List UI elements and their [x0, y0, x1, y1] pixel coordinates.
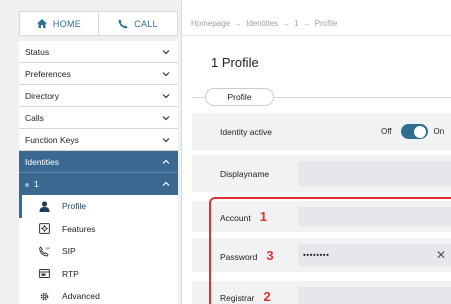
chevron-down-icon	[162, 137, 170, 142]
chevron-down-icon	[162, 115, 170, 120]
registrar-label-text: Registrar	[220, 292, 255, 303]
registrar-row: Registrar 2	[192, 281, 451, 304]
sidebar-subitem-label: Features	[62, 223, 96, 234]
sidebar-subitem-label: SIP	[62, 246, 76, 257]
toggle-off-label: Off	[381, 127, 392, 136]
sidebar-subitem-advanced[interactable]: Advanced	[19, 285, 178, 304]
password-label: Password 3	[192, 248, 282, 263]
chevron-up-icon	[162, 159, 170, 164]
home-icon	[36, 19, 47, 28]
chevron-down-icon	[162, 93, 170, 98]
sidebar-subitem-features[interactable]: Features	[19, 217, 178, 240]
chevron-down-icon	[162, 71, 170, 76]
breadcrumb-item[interactable]: Homepage	[191, 19, 230, 28]
phone-sip-icon: SIP	[39, 245, 51, 257]
toggle-on-label: On	[433, 127, 445, 136]
status-dot-icon	[25, 183, 29, 187]
sidebar-subitem-label: Advanced	[62, 291, 100, 302]
identity-label: 1	[34, 179, 39, 189]
sidebar-item-directory[interactable]: Directory	[19, 85, 178, 107]
password-field[interactable]: •••••••• ✕	[298, 244, 451, 266]
arrow-right-icon: →	[302, 18, 311, 28]
clear-icon[interactable]: ✕	[436, 248, 446, 262]
displayname-label: Displayname	[220, 168, 270, 179]
sidebar-subitem-sip[interactable]: SIP SIP	[19, 240, 178, 263]
divider	[274, 97, 451, 98]
chevron-down-icon	[162, 49, 170, 54]
person-icon	[39, 201, 50, 212]
breadcrumb-item[interactable]: 1	[294, 19, 298, 28]
breadcrumb-item[interactable]: Identities	[246, 19, 278, 28]
password-row: Password 3 •••••••• ✕	[192, 238, 451, 272]
chevron-up-icon	[162, 181, 170, 186]
breadcrumb-item: Profile	[314, 18, 338, 28]
main-content: Homepage → Identities → 1 → Profile 1 Pr…	[181, 0, 451, 304]
annotation-marker: 1	[259, 209, 267, 224]
account-label: Account 1	[192, 209, 282, 224]
identity-active-label: Identity active	[220, 126, 272, 137]
annotation-marker: 2	[263, 288, 271, 304]
password-label-text: Password	[220, 251, 258, 262]
arrow-right-icon: →	[234, 18, 243, 28]
sidebar-item-label: Identities	[25, 156, 60, 167]
account-field[interactable]	[298, 207, 451, 226]
sidebar-menu: Status Preferences Directory Calls Funct…	[19, 41, 178, 304]
sidebar-subitem-label: Profile	[62, 201, 87, 212]
sidebar-item-identities[interactable]: Identities	[19, 151, 178, 173]
sidebar-item-identity-1[interactable]: 1	[19, 173, 178, 195]
password-value: ••••••••	[303, 250, 330, 260]
page-title: 1 Profile	[211, 55, 259, 70]
sidebar-subitem-profile[interactable]: Profile	[19, 195, 178, 218]
call-label: CALL	[134, 18, 158, 29]
svg-text:SIP: SIP	[46, 246, 51, 250]
displayname-field[interactable]	[298, 161, 451, 186]
phone-icon	[118, 19, 128, 28]
arrow-right-icon: →	[282, 18, 291, 28]
gear-icon	[39, 291, 50, 302]
registrar-label: Registrar 2	[192, 289, 282, 304]
top-buttons: HOME CALL	[19, 11, 178, 36]
identity-active-toggle[interactable]	[400, 124, 428, 139]
gear-box-icon	[39, 223, 50, 235]
identity-active-row: Identity active Off On	[192, 113, 451, 150]
displayname-row: Displayname	[192, 155, 451, 192]
account-row: Account 1	[192, 201, 451, 232]
sidebar-item-label: Calls	[25, 112, 44, 123]
breadcrumb: Homepage → Identities → 1 → Profile	[182, 11, 451, 36]
sidebar-item-preferences[interactable]: Preferences	[19, 63, 178, 85]
sidebar-subitem-rtp[interactable]: RTP	[19, 262, 178, 285]
registrar-field[interactable]	[298, 287, 451, 304]
sidebar-item-label: Status	[25, 46, 50, 57]
sidebar: HOME CALL Status Preferences Directory C…	[0, 0, 181, 304]
sidebar-item-calls[interactable]: Calls	[19, 107, 178, 129]
annotation-marker: 3	[266, 247, 274, 263]
call-button[interactable]: CALL	[98, 12, 177, 35]
sidebar-subitem-label: RTP	[62, 268, 79, 279]
tab-profile[interactable]: Profile	[205, 88, 274, 106]
identity-active-toggle-group: Off On	[381, 113, 444, 150]
sidebar-item-function-keys[interactable]: Function Keys	[19, 129, 178, 151]
sidebar-item-label: Directory	[25, 90, 60, 101]
sidebar-item-label: Function Keys	[25, 134, 79, 145]
home-label: HOME	[52, 18, 82, 29]
home-button[interactable]: HOME	[20, 12, 98, 35]
divider	[192, 97, 205, 98]
rtp-icon	[39, 268, 50, 279]
sidebar-item-status[interactable]: Status	[19, 41, 178, 63]
sidebar-item-label: Preferences	[25, 68, 71, 79]
account-label-text: Account	[220, 213, 251, 223]
